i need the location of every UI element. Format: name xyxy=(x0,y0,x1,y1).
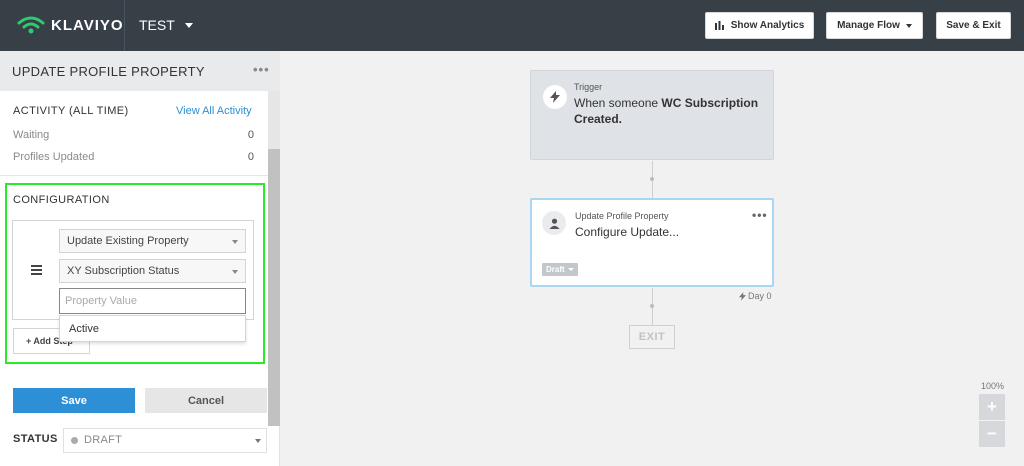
delay-label: Day 0 xyxy=(748,291,772,301)
topbar-divider xyxy=(124,0,125,51)
view-all-activity-link[interactable]: View All Activity xyxy=(176,105,252,117)
chevron-down-icon xyxy=(255,439,261,443)
brand-name: KLAVIYO xyxy=(51,16,124,34)
flow-name: TEST xyxy=(139,17,175,33)
action-card[interactable]: Update Profile Property Configure Update… xyxy=(530,198,774,287)
save-button[interactable]: Save xyxy=(13,388,135,413)
trigger-card[interactable]: Trigger When someone WC Subscription Cre… xyxy=(530,70,774,160)
zoom-out-button[interactable]: − xyxy=(979,421,1005,447)
show-analytics-label: Show Analytics xyxy=(730,20,805,31)
trigger-text-prefix: When someone xyxy=(574,96,662,110)
property-value-input[interactable] xyxy=(59,288,246,314)
more-options-icon[interactable]: ••• xyxy=(253,62,270,77)
save-exit-label: Save & Exit xyxy=(946,20,1001,31)
autocomplete-dropdown: Active xyxy=(59,315,246,342)
drag-handle-icon[interactable] xyxy=(31,265,42,277)
trigger-description: When someone WC Subscription Created. xyxy=(574,95,769,127)
flow-name-dropdown[interactable]: TEST xyxy=(139,17,193,33)
activity-heading: ACTIVITY (ALL TIME) xyxy=(13,105,129,117)
chevron-down-icon xyxy=(232,240,238,244)
exit-node: EXIT xyxy=(629,325,675,349)
panel-header: UPDATE PROFILE PROPERTY ••• xyxy=(0,51,280,91)
user-icon xyxy=(542,211,566,235)
property-select[interactable]: XY Subscription Status xyxy=(59,259,246,283)
bar-chart-icon xyxy=(714,21,724,30)
property-select-value: XY Subscription Status xyxy=(67,265,180,277)
panel-title: UPDATE PROFILE PROPERTY xyxy=(12,64,205,79)
chevron-down-icon xyxy=(905,23,912,28)
dropdown-option-active[interactable]: Active xyxy=(69,323,99,335)
waiting-label: Waiting xyxy=(13,129,50,141)
waiting-count: 0 xyxy=(247,129,254,141)
scrollbar-thumb[interactable] xyxy=(268,149,280,426)
connector-dot xyxy=(650,177,654,181)
action-label: Update Profile Property xyxy=(575,211,669,221)
klaviyo-logo[interactable]: KLAVIYO xyxy=(17,15,124,35)
zoom-in-button[interactable]: + xyxy=(979,394,1005,420)
status-label: STATUS xyxy=(13,433,58,445)
cancel-button[interactable]: Cancel xyxy=(145,388,267,413)
draft-status-badge[interactable]: Draft xyxy=(542,263,578,276)
lightning-icon xyxy=(739,291,746,301)
chevron-down-icon xyxy=(232,270,238,274)
connector-dot xyxy=(650,304,654,308)
delay-indicator: Day 0 xyxy=(739,291,772,301)
lightning-icon xyxy=(543,85,567,109)
configuration-heading: CONFIGURATION xyxy=(13,194,110,206)
top-bar: KLAVIYO TEST Show Analytics Manage Flow … xyxy=(0,0,1024,51)
side-panel: UPDATE PROFILE PROPERTY ••• ACTIVITY (AL… xyxy=(0,51,280,466)
save-exit-button[interactable]: Save & Exit xyxy=(936,12,1011,39)
profiles-updated-count: 0 xyxy=(247,151,254,163)
panel-scrollbar[interactable] xyxy=(268,91,280,426)
chevron-down-icon xyxy=(184,22,193,28)
action-description: Configure Update... xyxy=(575,225,680,239)
more-options-icon[interactable]: ••• xyxy=(752,208,768,222)
action-select[interactable]: Update Existing Property xyxy=(59,229,246,253)
action-select-value: Update Existing Property xyxy=(67,235,189,247)
section-divider xyxy=(0,175,268,176)
status-select[interactable]: DRAFT xyxy=(63,428,267,453)
wifi-logo-icon xyxy=(17,16,45,34)
draft-badge-label: Draft xyxy=(546,265,565,274)
chevron-down-icon xyxy=(567,268,574,271)
profiles-updated-label: Profiles Updated xyxy=(13,151,95,163)
status-value: DRAFT xyxy=(84,434,123,446)
manage-flow-button[interactable]: Manage Flow xyxy=(826,12,923,39)
show-analytics-button[interactable]: Show Analytics xyxy=(705,12,814,39)
manage-flow-label: Manage Flow xyxy=(837,20,900,31)
trigger-label: Trigger xyxy=(574,82,603,92)
zoom-level: 100% xyxy=(981,381,1005,391)
status-dot-icon xyxy=(71,437,78,444)
